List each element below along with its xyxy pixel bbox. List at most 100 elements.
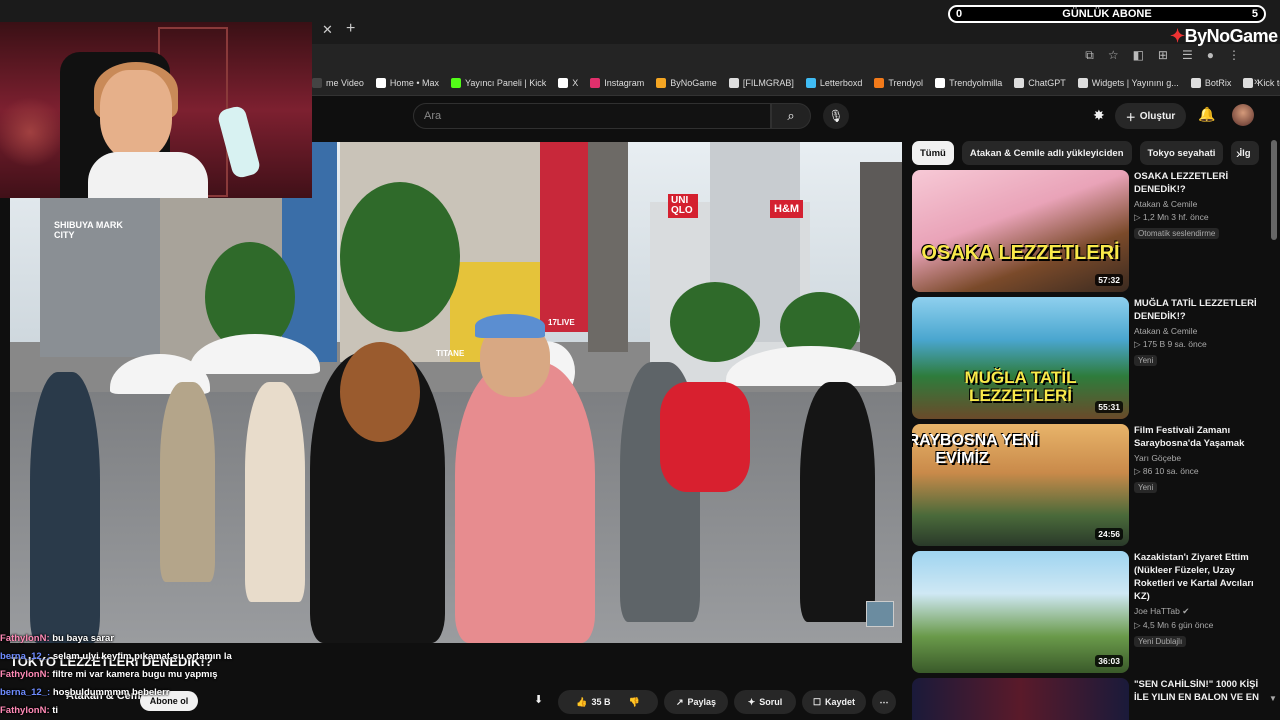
- bookmark-item[interactable]: Kick to Reels: [1243, 77, 1280, 88]
- bookmark-item[interactable]: Instagram: [590, 77, 644, 88]
- create-label: Oluştur: [1139, 110, 1176, 122]
- save-button[interactable]: ☐ Kaydet: [802, 690, 866, 714]
- chevron-right-icon[interactable]: ›: [1236, 145, 1241, 161]
- bookmarks-more-icon[interactable]: »: [1254, 76, 1260, 88]
- rec-channel[interactable]: Yarı Göçebe: [1134, 453, 1262, 463]
- rec-badge: Otomatik seslendirme: [1134, 228, 1220, 239]
- bookmark-item[interactable]: me Video: [312, 77, 364, 88]
- bookmark-label: Home • Max: [389, 77, 440, 88]
- like-button[interactable]: 👍 35 B 👎: [558, 690, 658, 714]
- chat-text: hoşbuldummmm bebelerr: [52, 687, 170, 698]
- extensions-puzzle-icon[interactable]: ⊞: [1158, 48, 1168, 63]
- chat-username: FathylonN:: [0, 633, 50, 644]
- browser-toolbar-icons: ⧉ ☆ ◧ ⊞ ☰ ● ⋮: [1085, 48, 1240, 63]
- chat-username: FathylonN:: [0, 705, 50, 716]
- new-tab-icon[interactable]: +: [346, 20, 355, 38]
- tree: [340, 182, 460, 332]
- create-button[interactable]: ＋ Oluştur: [1115, 103, 1186, 129]
- rec-channel[interactable]: Atakan & Cemile: [1134, 326, 1262, 336]
- search-input[interactable]: Ara: [413, 103, 771, 129]
- bookmark-item[interactable]: Trendyol: [874, 77, 923, 88]
- search-button[interactable]: ⌕: [771, 103, 811, 129]
- share-button[interactable]: ↗ Paylaş: [664, 690, 728, 714]
- bookmark-item[interactable]: Letterboxd: [805, 77, 862, 88]
- bookmark-item[interactable]: ByNoGame: [656, 77, 717, 88]
- thumbnail-text: OSAKA LEZZETLERİ: [921, 242, 1120, 264]
- rec-title[interactable]: "SEN CAHİLSİN!" 1000 KİŞİ İLE YILIN EN B…: [1134, 678, 1262, 704]
- ask-button[interactable]: ✦ Sorul: [734, 690, 796, 714]
- mark-city-sign: SHIBUYA MARK CITY: [54, 220, 123, 240]
- rec-views: ▷ 86 10 sa. önce: [1134, 466, 1199, 476]
- sidebar-scrollbar[interactable]: [1271, 140, 1277, 240]
- chat-message: FathylonN: bu baya sarar: [0, 630, 300, 648]
- sparkle-icon[interactable]: ✸: [1093, 107, 1105, 124]
- filter-chip[interactable]: Tokyo seyahati: [1139, 141, 1224, 165]
- bookmark-label: Widgets | Yayınını g...: [1091, 77, 1179, 88]
- bookmark-item[interactable]: Home • Max: [375, 77, 440, 88]
- profile-icon[interactable]: ●: [1207, 48, 1214, 63]
- bookmark-item[interactable]: X: [558, 77, 578, 88]
- bell-icon[interactable]: 🔔: [1198, 106, 1215, 123]
- bookmark-item[interactable]: Widgets | Yayınını g...: [1077, 77, 1179, 88]
- rec-channel[interactable]: Atakan & Cemile: [1134, 199, 1262, 209]
- bookmark-favicon-icon: [656, 77, 667, 88]
- filter-chip[interactable]: Atakan & Cemile adlı yükleyiciden: [961, 141, 1132, 165]
- bookmark-item[interactable]: Yayıncı Paneli | Kick: [451, 77, 546, 88]
- tab-close-icon[interactable]: ✕: [322, 22, 333, 38]
- bookmark-favicon-icon: [1190, 77, 1201, 88]
- bookmark-star-icon[interactable]: ☆: [1108, 48, 1119, 63]
- duration-badge: 55:31: [1095, 401, 1123, 413]
- bookmark-item[interactable]: Trendyolmilla: [935, 77, 1002, 88]
- bookmark-favicon-icon: [1014, 77, 1025, 88]
- screen: ✕ + ⧉ ☆ ◧ ⊞ ☰ ● ⋮ me Video Home • Max Yayı…: [0, 0, 1280, 720]
- recommendation-item[interactable]: OSAKA LEZZETLERİ 57:32 OSAKA LEZZETLERİ …: [912, 170, 1262, 292]
- streamer-webcam: [0, 22, 312, 198]
- more-actions-button[interactable]: ⋯: [872, 690, 896, 714]
- goal-target: 5: [1251, 8, 1258, 20]
- bookmark-label: ByNoGame: [670, 77, 717, 88]
- like-count: 35 B: [591, 697, 611, 707]
- menu-icon[interactable]: ☰: [1182, 48, 1193, 63]
- bookmark-label: [FILMGRAB]: [742, 77, 794, 88]
- pedestrian: [160, 382, 215, 582]
- sparkle-icon: ✦: [747, 696, 756, 707]
- download-icon[interactable]: ⬇: [534, 693, 543, 706]
- woman-hair: [340, 342, 420, 442]
- thumbnail[interactable]: 36:03: [912, 551, 1129, 673]
- recommendation-item[interactable]: 36:03 Kazakistan'ı Ziyaret Ettim (Nüklee…: [912, 551, 1262, 673]
- live-sign: 17LIVE: [548, 318, 575, 327]
- thumbnail[interactable]: OSAKA LEZZETLERİ 57:32: [912, 170, 1129, 292]
- recommendation-item[interactable]: MUĞLA TATİL LEZZETLERİ 55:31 MUĞLA TATİL…: [912, 297, 1262, 419]
- building: [588, 142, 628, 352]
- more-vert-icon[interactable]: ⋮: [1228, 48, 1240, 63]
- chat-username: berna_12_:: [0, 651, 51, 662]
- bookmark-item[interactable]: ChatGPT: [1014, 77, 1066, 88]
- chat-message: berna_12_: hoşbuldummmm bebelerr: [0, 684, 300, 702]
- install-icon[interactable]: ⧉: [1085, 48, 1094, 63]
- scroll-down-icon[interactable]: ▼: [1269, 694, 1277, 703]
- thumbnail[interactable]: MUĞLA TATİL LEZZETLERİ 55:31: [912, 297, 1129, 419]
- rec-badge: Yeni: [1134, 355, 1158, 366]
- thumbnail[interactable]: SARAYBOSNA YENİ EVİMİZ 24:56: [912, 424, 1129, 546]
- bynogame-logo: ✦ByNoGame: [1170, 26, 1278, 46]
- rec-title[interactable]: OSAKA LEZZETLERİ DENEDİK!?: [1134, 170, 1262, 196]
- rec-title[interactable]: MUĞLA TATİL LEZZETLERİ DENEDİK!?: [1134, 297, 1262, 323]
- rec-channel[interactable]: Joe HaTTab ✔: [1134, 606, 1262, 617]
- thumbnail[interactable]: [912, 678, 1129, 720]
- red-backpack: [660, 382, 750, 492]
- video-player[interactable]: SHIBUYA MARK CITY 17LIVE TITANE UNI QLO …: [10, 142, 902, 643]
- extension-icon[interactable]: ◧: [1133, 48, 1144, 63]
- bookmark-item[interactable]: BotRix: [1190, 77, 1231, 88]
- filter-chip[interactable]: Tümü: [912, 141, 954, 165]
- chat-text: ti: [52, 705, 59, 716]
- bookmark-item[interactable]: [FILMGRAB]: [728, 77, 794, 88]
- voice-search-button[interactable]: 🎙: [823, 103, 849, 129]
- mic-icon: 🎙: [828, 109, 844, 123]
- search-icon: ⌕: [787, 108, 795, 123]
- recommendation-item[interactable]: "SEN CAHİLSİN!" 1000 KİŞİ İLE YILIN EN B…: [912, 678, 1262, 720]
- avatar[interactable]: [1232, 104, 1254, 126]
- recommendation-item[interactable]: SARAYBOSNA YENİ EVİMİZ 24:56 Film Festiv…: [912, 424, 1262, 546]
- rec-title[interactable]: Kazakistan'ı Ziyaret Ettim (Nükleer Füze…: [1134, 551, 1262, 603]
- uniqlo-sign: UNI QLO: [668, 194, 698, 218]
- rec-title[interactable]: Film Festivali Zamanı Saraybosna'da Yaşa…: [1134, 424, 1262, 450]
